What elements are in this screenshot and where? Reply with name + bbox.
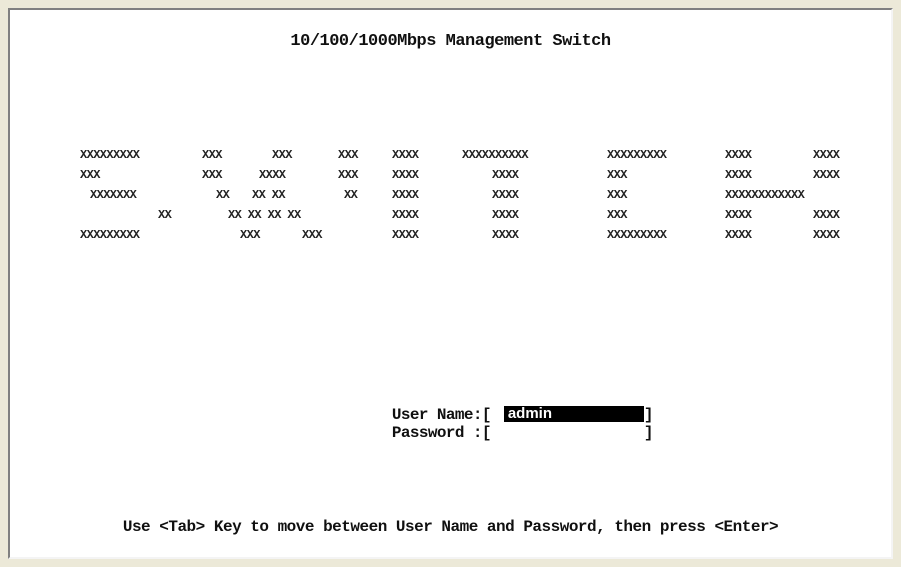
banner-segment: XXXXXXXXXXXX	[725, 188, 805, 202]
banner-segment: XXXXXXX	[90, 188, 137, 202]
banner-row: XX XX XX XX XX XXXX XXXX XXX XXXX XXXX	[80, 208, 860, 228]
screen-title: 10/100/1000Mbps Management Switch	[290, 32, 611, 51]
banner-segment: XXXX	[392, 228, 419, 242]
banner-segment: XX XX XX XX	[228, 208, 301, 222]
banner-segment: XXXX	[492, 228, 519, 242]
banner-segment: XXXX	[492, 168, 519, 182]
banner-row: XXXXXXX XX XX XX XX XXXX XXXX XXX XXXXXX…	[80, 188, 860, 208]
help-text: Use <Tab> Key to move between User Name …	[122, 518, 779, 536]
banner-segment: XXX	[338, 168, 358, 182]
banner-segment: XXX	[272, 148, 292, 162]
banner-segment: XXXX	[492, 188, 519, 202]
banner-segment: XXXX	[392, 168, 419, 182]
switch-ascii-banner: XXXXXXXXX XXX XXX XXX XXXX XXXXXXXXXX XX…	[80, 148, 860, 258]
banner-row: XXXXXXXXX XXX XXX XXX XXXX XXXXXXXXXX XX…	[80, 148, 860, 168]
password-label: Password :[	[391, 424, 492, 442]
password-field[interactable]	[504, 424, 644, 440]
banner-segment: XXX	[607, 168, 627, 182]
banner-segment: XXX	[338, 148, 358, 162]
terminal-screen: 10/100/1000Mbps Management Switch XXXXXX…	[10, 10, 891, 557]
banner-segment: XXXX	[813, 208, 840, 222]
banner-segment: XXXX	[259, 168, 286, 182]
banner-segment: XXXX	[813, 168, 840, 182]
banner-segment: XXX	[607, 188, 627, 202]
banner-segment: XX XX	[252, 188, 286, 202]
banner-segment: XXXX	[725, 228, 752, 242]
banner-segment: XXXX	[813, 228, 840, 242]
banner-segment: XXXXXXXXX	[607, 148, 667, 162]
banner-segment: XXXX	[492, 208, 519, 222]
banner-segment: XXXX	[392, 148, 419, 162]
banner-row: XXXXXXXXX XXX XXX XXXX XXXX XXXXXXXXX XX…	[80, 228, 860, 248]
banner-segment: XX	[216, 188, 230, 202]
banner-segment: XXXX	[725, 168, 752, 182]
banner-segment: XXX	[202, 148, 222, 162]
banner-segment: XXXXXXXXX	[80, 228, 140, 242]
banner-segment: XXX	[202, 168, 222, 182]
login-form: User Name:[admin] Password :[]	[315, 388, 654, 443]
banner-segment: XXX	[607, 208, 627, 222]
banner-segment: XXXXXXXXX	[80, 148, 140, 162]
banner-segment: XXXXXXXXXX	[462, 148, 529, 162]
banner-segment: XXXX	[725, 148, 752, 162]
banner-segment: XXXX	[392, 188, 419, 202]
banner-segment: XXX	[302, 228, 322, 242]
banner-segment: XXXX	[392, 208, 419, 222]
terminal-window: 10/100/1000Mbps Management Switch XXXXXX…	[8, 8, 893, 559]
banner-segment: XXX	[240, 228, 260, 242]
password-row: Password :[]	[315, 406, 654, 442]
banner-segment: XXXXXXXXX	[607, 228, 667, 242]
username-row: User Name:[admin]	[315, 388, 654, 425]
banner-row: XXX XXX XXXX XXX XXXX XXXX XXX XXXX XXXX	[80, 168, 860, 188]
banner-segment: XXXX	[813, 148, 840, 162]
banner-segment: XXXX	[725, 208, 752, 222]
banner-segment: XX	[344, 188, 358, 202]
banner-segment: XXX	[80, 168, 100, 182]
password-close-bracket: ]	[643, 424, 654, 442]
banner-segment: XX	[158, 208, 172, 222]
